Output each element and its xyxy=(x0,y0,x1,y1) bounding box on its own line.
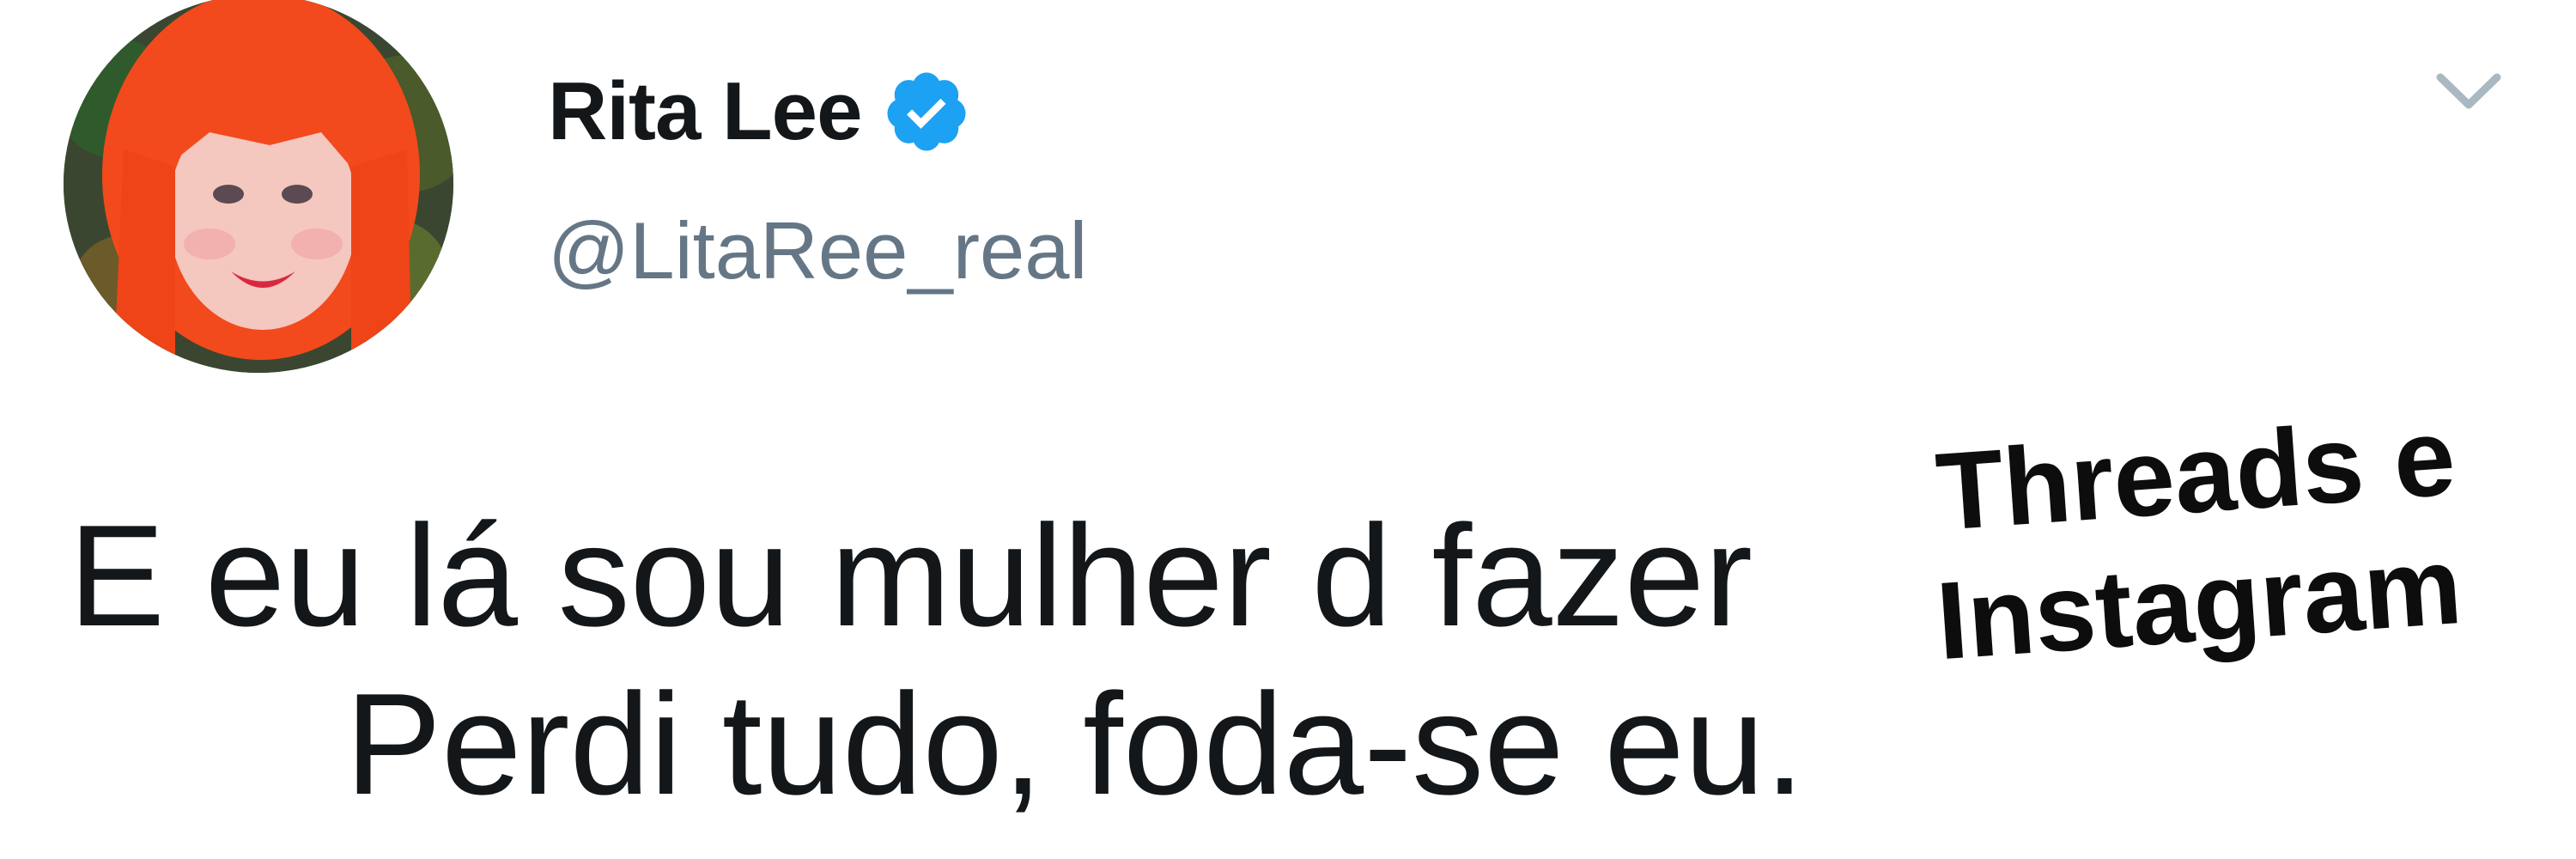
author-name-row: Rita Lee xyxy=(548,60,971,163)
edited-overlay-caption: Threads e Instagram xyxy=(1923,382,2559,691)
author-display-name[interactable]: Rita Lee xyxy=(548,64,862,159)
tweet-card: Rita Lee @LitaRee_real E eu lá sou mulhe… xyxy=(0,0,2576,859)
author-handle[interactable]: @LitaRee_real xyxy=(548,204,1087,297)
avatar-portrait-image xyxy=(64,0,453,373)
chevron-down-icon[interactable] xyxy=(2430,60,2507,120)
tweet-text-line: Perdi tudo, foda-se eu. xyxy=(345,663,1805,825)
author-avatar[interactable] xyxy=(64,0,453,373)
verified-badge-icon xyxy=(882,67,971,156)
